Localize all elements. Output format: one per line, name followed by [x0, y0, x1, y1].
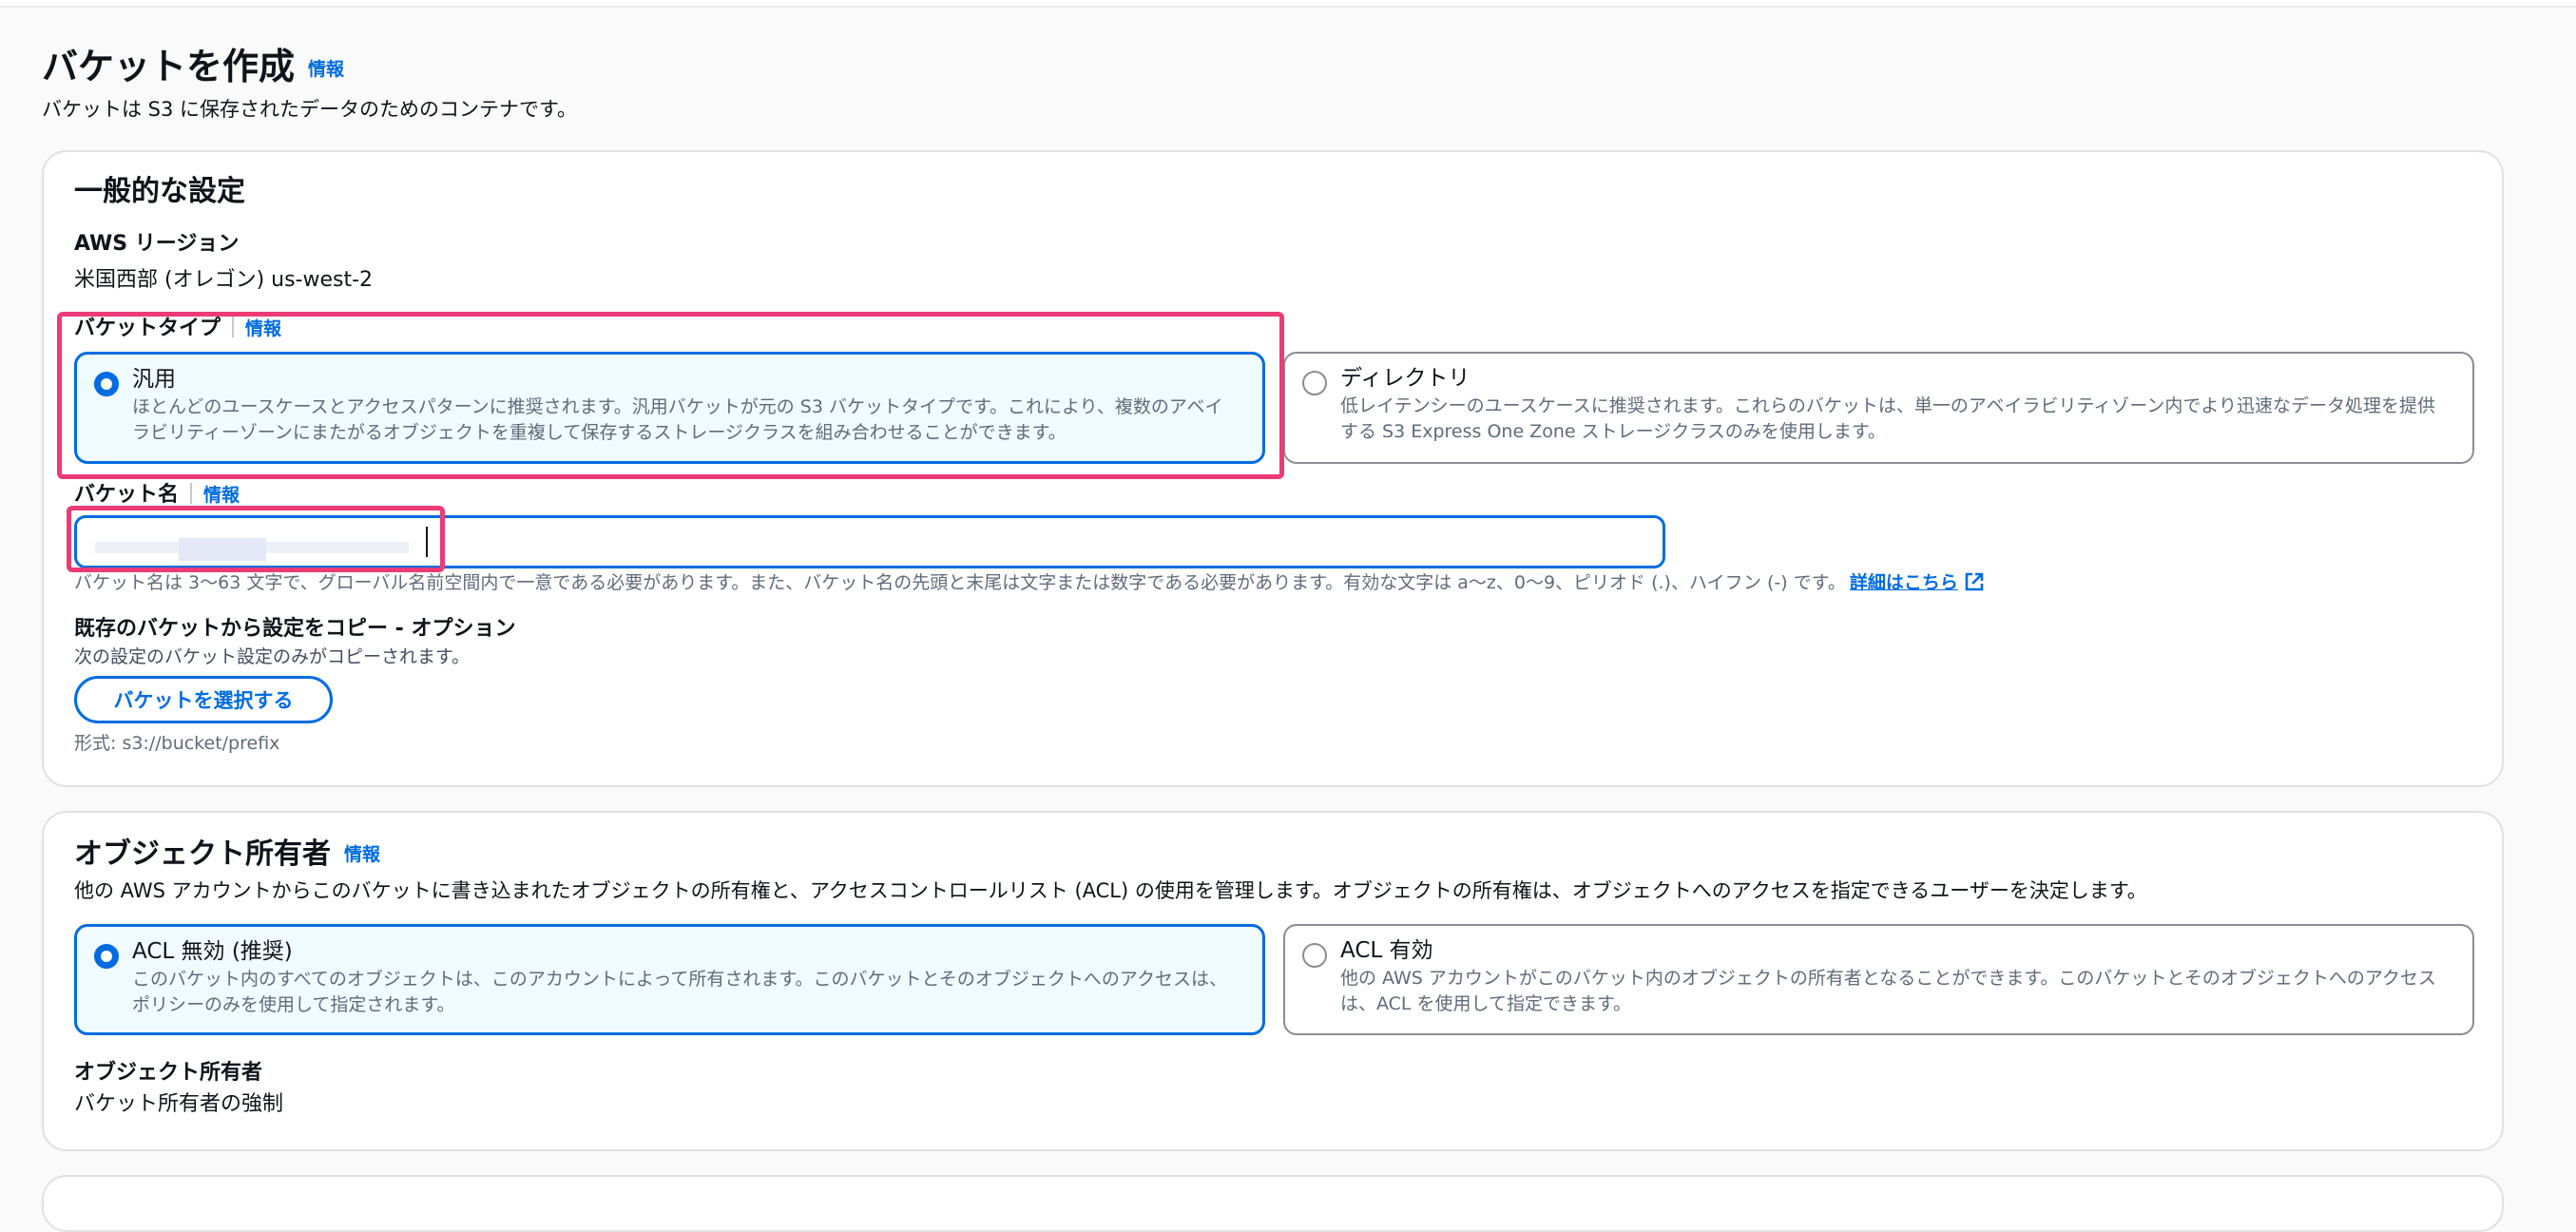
bucket-name-highlight-box: [67, 506, 445, 572]
object-ownership-info-link[interactable]: 情報: [344, 844, 380, 865]
bucket-name-label-text: バケット名: [74, 483, 180, 507]
region-value: 米国西部 (オレゴン) us-west-2: [74, 268, 374, 292]
acl-enabled-option[interactable]: ACL 有効 他の AWS アカウントがこのバケット内のオブジェクトの所有者とな…: [1283, 924, 2474, 1035]
option-description-line: 低レイテンシーのユースケースに推奨されます。これらのバケットは、単一のアベイラビ…: [1340, 395, 2435, 416]
top-divider: [0, 0, 2576, 8]
learn-more-link[interactable]: 詳細はこちら: [1850, 572, 1958, 593]
radio-selected-icon[interactable]: [94, 944, 119, 969]
option-description: 他の AWS アカウントがこのバケット内のオブジェクトの所有者となることができま…: [1340, 966, 2436, 1017]
bucket-type-highlight-box: [57, 312, 1284, 479]
option-description-line: は、ACL を使用して指定できます。: [1340, 993, 1632, 1014]
option-title: ディレクトリ: [1340, 366, 1471, 391]
option-description: このバケット内のすべてのオブジェクトは、このアカウントによって所有されます。この…: [132, 967, 1227, 1018]
page-title-text: バケットを作成: [42, 46, 296, 87]
object-ownership-heading: オブジェクト所有者 情報: [74, 836, 380, 874]
option-title: ACL 無効 (推奨): [132, 939, 293, 964]
acl-disabled-option[interactable]: ACL 無効 (推奨) このバケット内のすべてのオブジェクトは、このアカウントに…: [74, 924, 1265, 1035]
page-description: バケットは S3 に保存されたデータのためのコンテナです。: [42, 98, 577, 121]
option-title: ACL 有効: [1340, 938, 1433, 963]
radio-unselected-icon[interactable]: [1302, 943, 1327, 968]
object-owner-value: バケット所有者の強制: [74, 1092, 284, 1116]
copy-settings-description: 次の設定のバケット設定のみがコピーされます。: [74, 646, 471, 667]
option-description-line: 他の AWS アカウントがこのバケット内のオブジェクトの所有者となることができま…: [1340, 968, 2436, 989]
external-link-icon[interactable]: [1964, 571, 1985, 592]
bucket-name-hint-text: バケット名は 3〜63 文字で、グローバル名前空間内で一意である必要があります。…: [74, 572, 1846, 593]
object-ownership-heading-text: オブジェクト所有者: [74, 837, 331, 871]
bucket-type-directory-option[interactable]: ディレクトリ 低レイテンシーのユースケースに推奨されます。これらのバケットは、単…: [1283, 352, 2474, 464]
page-title: バケットを作成 情報: [42, 44, 344, 92]
copy-settings-label: 既存のバケットから設定をコピー - オプション: [74, 617, 516, 641]
bucket-name-info-link[interactable]: 情報: [203, 485, 240, 506]
region-label: AWS リージョン: [74, 232, 240, 256]
label-divider: [190, 483, 193, 504]
option-description-line: このバケット内のすべてのオブジェクトは、このアカウントによって所有されます。この…: [132, 969, 1227, 990]
option-description-line: する S3 Express One Zone ストレージクラスのみを使用します。: [1340, 421, 1886, 442]
general-settings-heading: 一般的な設定: [74, 175, 245, 208]
object-owner-label: オブジェクト所有者: [74, 1061, 263, 1085]
option-description-line: ポリシーのみを使用して指定されます。: [132, 994, 455, 1015]
object-ownership-description: 他の AWS アカウントからこのバケットに書き込まれたオブジェクトの所有権と、ア…: [74, 879, 2147, 902]
bucket-name-hint: バケット名は 3〜63 文字で、グローバル名前空間内で一意である必要があります。…: [74, 570, 1985, 595]
radio-unselected-icon[interactable]: [1302, 371, 1327, 395]
option-description: 低レイテンシーのユースケースに推奨されます。これらのバケットは、単一のアベイラビ…: [1340, 394, 2435, 445]
copy-format-hint: 形式: s3://bucket/prefix: [74, 733, 280, 754]
choose-bucket-button[interactable]: バケットを選択する: [74, 676, 333, 723]
page-info-link[interactable]: 情報: [308, 59, 344, 80]
next-section-panel: [42, 1175, 2504, 1232]
